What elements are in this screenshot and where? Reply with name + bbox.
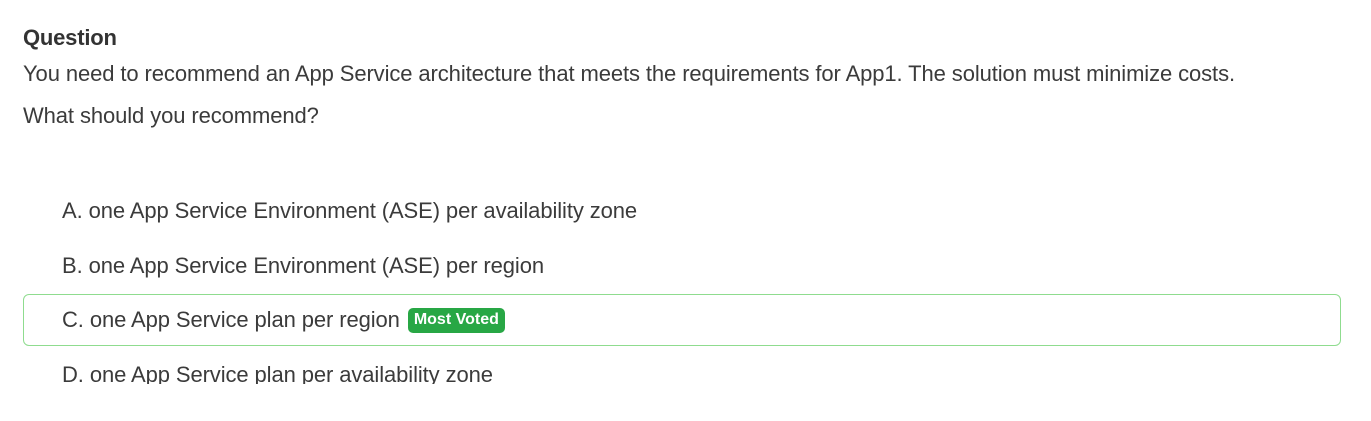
choice-a[interactable]: A. one App Service Environment (ASE) per… bbox=[23, 185, 1339, 237]
question-line-1: You need to recommend an App Service arc… bbox=[23, 61, 1235, 86]
choice-letter: C. bbox=[62, 307, 84, 332]
choice-text: one App Service Environment (ASE) per re… bbox=[88, 253, 545, 278]
answer-choices: A. one App Service Environment (ASE) per… bbox=[23, 185, 1341, 384]
choice-d[interactable]: D. one App Service plan per availability… bbox=[23, 349, 1339, 384]
question-heading: Question bbox=[23, 25, 117, 50]
choice-letter: B. bbox=[62, 253, 83, 278]
question-block: Question You need to recommend an App Se… bbox=[23, 24, 1353, 137]
choice-b[interactable]: B. one App Service Environment (ASE) per… bbox=[23, 240, 1339, 292]
question-text: You need to recommend an App Service arc… bbox=[23, 53, 1353, 137]
choice-text: one App Service Environment (ASE) per av… bbox=[88, 198, 638, 223]
question-line-2: What should you recommend? bbox=[23, 103, 319, 128]
choice-c[interactable]: C. one App Service plan per region Most … bbox=[23, 294, 1341, 346]
most-voted-badge: Most Voted bbox=[407, 307, 505, 333]
choice-letter: D. bbox=[62, 362, 84, 384]
choice-letter: A. bbox=[62, 198, 83, 223]
choice-text: one App Service plan per region bbox=[89, 307, 400, 332]
choice-text: one App Service plan per availability zo… bbox=[89, 362, 493, 384]
